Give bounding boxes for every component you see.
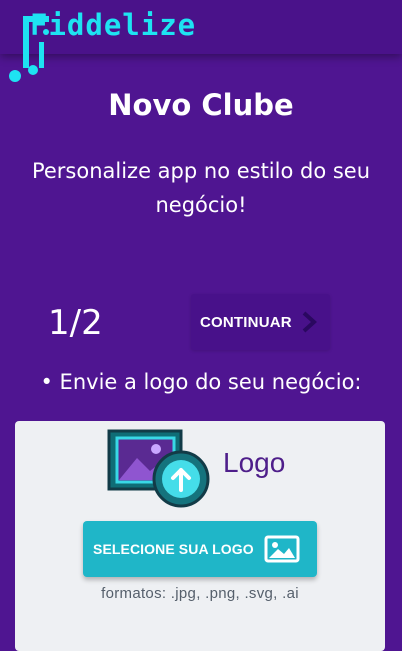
page-subtitle: Personalize app no estilo do seu negócio… <box>31 159 371 217</box>
select-logo-label: SELECIONE SUA LOGO <box>93 541 254 557</box>
upload-title: Logo <box>223 447 286 478</box>
image-icon <box>264 535 300 563</box>
chevron-right-icon <box>302 311 317 333</box>
image-upload-icon <box>107 429 210 508</box>
allowed-formats: formatos: .jpg, .png, .svg, .ai <box>101 585 299 602</box>
upload-instruction: • Envie a logo do seu negócio: <box>40 370 362 394</box>
continue-label: CONTINUAR <box>200 313 292 331</box>
brand-name: Fiddelize <box>30 8 197 42</box>
continue-button[interactable]: CONTINUAR <box>191 294 330 350</box>
page-title: Novo Clube <box>108 88 294 122</box>
select-logo-button[interactable]: SELECIONE SUA LOGO <box>83 521 317 577</box>
brand-logo[interactable]: Fiddelize <box>6 2 196 88</box>
step-indicator: 1/2 <box>48 303 103 343</box>
logo-upload-card: Logo SELECIONE SUA LOGO formatos: .jpg, … <box>15 421 385 651</box>
